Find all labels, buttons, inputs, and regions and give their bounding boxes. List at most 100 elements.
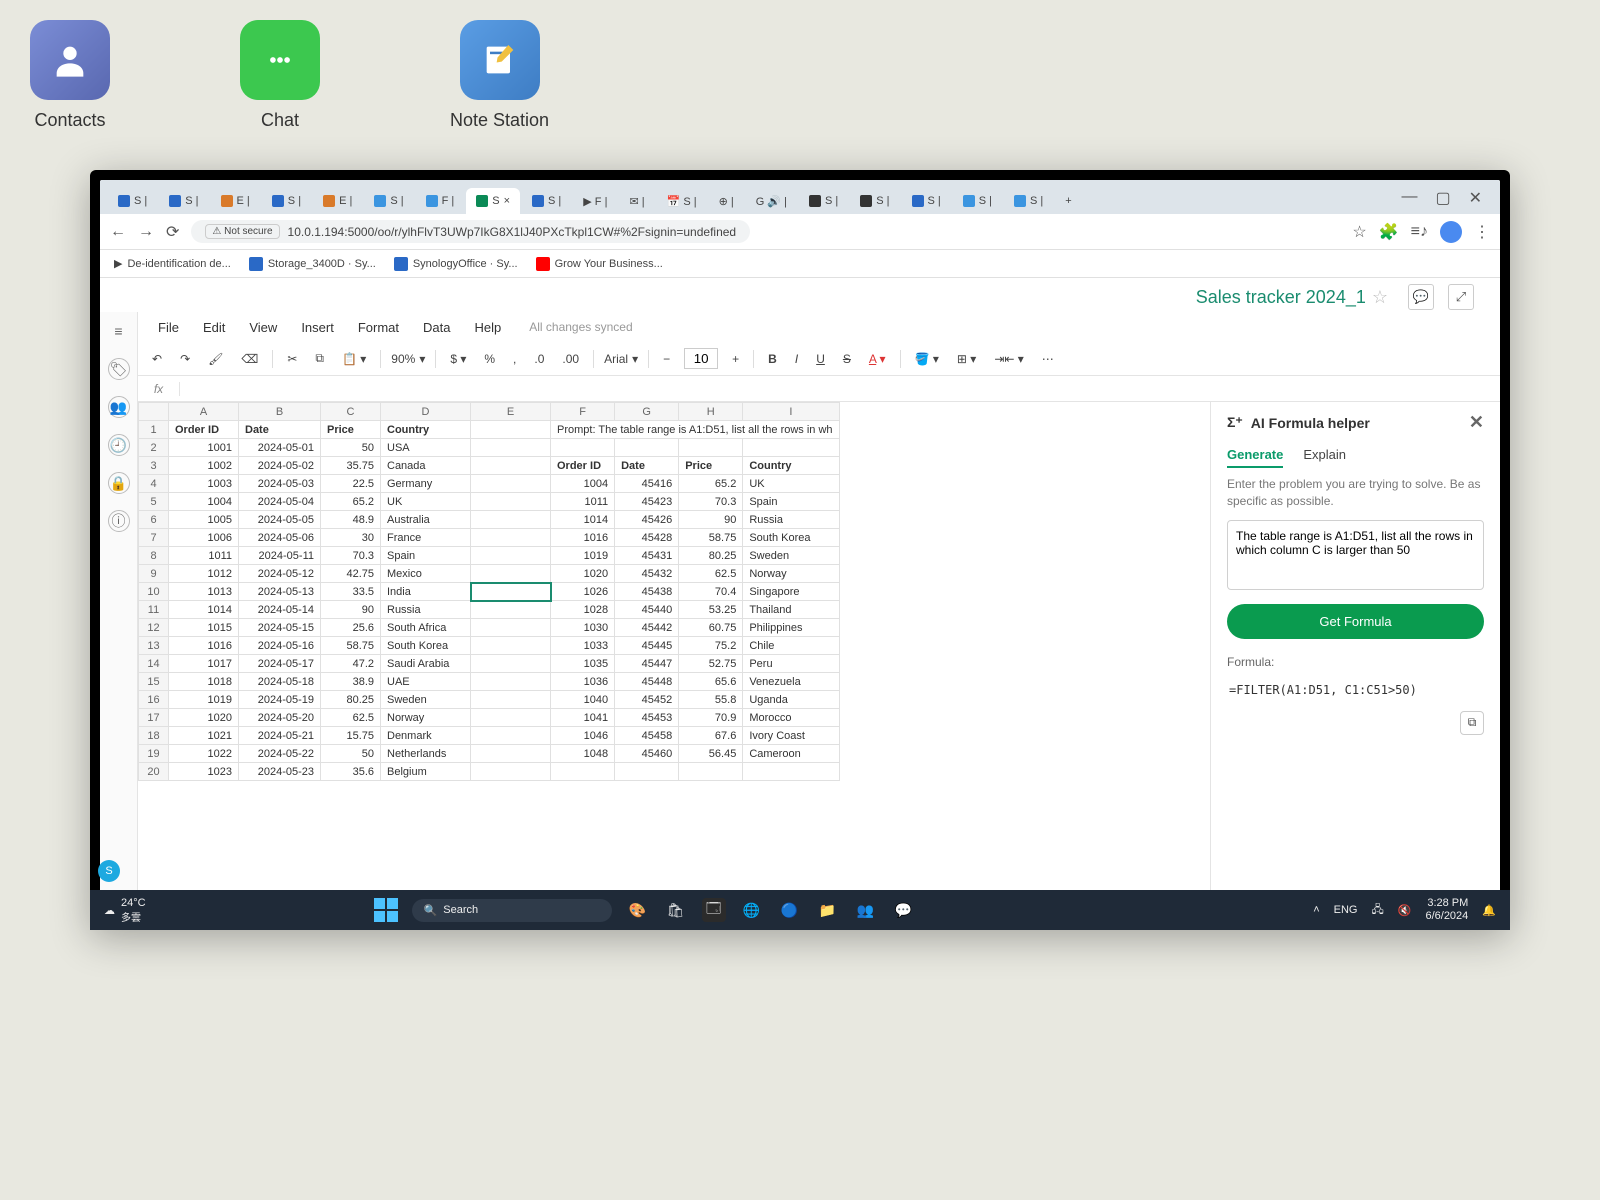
bookmark-item[interactable]: Grow Your Business... [536, 257, 663, 271]
desktop-icon-contacts[interactable]: Contacts [30, 20, 110, 131]
explorer-icon[interactable]: 🗔 [702, 898, 726, 920]
minimize-icon[interactable]: — [1401, 188, 1417, 208]
clock[interactable]: 3:28 PM 6/6/2024 [1425, 897, 1468, 920]
redo-button[interactable]: ↷ [176, 350, 194, 368]
borders-button[interactable]: ⊞ ▾ [953, 350, 980, 368]
browser-tab[interactable]: F | [416, 188, 465, 214]
browser-tab[interactable]: S | [953, 188, 1002, 214]
menu-data[interactable]: Data [413, 316, 460, 339]
bookmark-item[interactable]: ▶ De-identification de... [114, 257, 231, 270]
comma-button[interactable]: , [509, 350, 520, 368]
browser-tab[interactable]: S | [364, 188, 413, 214]
dec-decrease-button[interactable]: .0 [530, 350, 548, 368]
menu-edit[interactable]: Edit [193, 316, 235, 339]
browser-tab[interactable]: ✉ | [619, 188, 654, 214]
history-icon[interactable]: 🕘 [108, 434, 130, 456]
menu-insert[interactable]: Insert [291, 316, 344, 339]
bold-button[interactable]: B [764, 350, 781, 368]
menu-view[interactable]: View [239, 316, 287, 339]
menu-format[interactable]: Format [348, 316, 409, 339]
font-dec-button[interactable]: − [659, 350, 674, 368]
underline-button[interactable]: U [812, 350, 829, 368]
chrome-icon[interactable]: 🔵 [778, 898, 802, 920]
italic-button[interactable]: I [791, 350, 802, 368]
merge-button[interactable]: ⇥⇤ ▾ [990, 350, 1027, 368]
taskbar-app-icon[interactable]: 🛍 [664, 898, 688, 920]
reload-button[interactable]: ⟳ [166, 222, 179, 242]
tab-explain[interactable]: Explain [1303, 447, 1346, 468]
copy-button[interactable]: ⧉ [311, 349, 328, 368]
clear-format-button[interactable]: ⌫ [237, 350, 262, 368]
hamburger-icon[interactable]: ≡ [108, 320, 130, 342]
network-icon[interactable]: 🖧 [1372, 901, 1384, 920]
new-tab[interactable]: + [1055, 188, 1081, 214]
url-field[interactable]: ⚠ Not secure 10.0.1.194:5000/oo/r/ylhFlv… [191, 220, 750, 243]
close-window-icon[interactable]: ✕ [1469, 188, 1482, 208]
cut-button[interactable]: ✂ [283, 350, 301, 368]
lock-icon[interactable]: 🔒 [108, 472, 130, 494]
browser-tab[interactable]: S | [850, 188, 899, 214]
close-panel-icon[interactable]: ✕ [1469, 412, 1484, 433]
menu-help[interactable]: Help [464, 316, 511, 339]
taskbar-app-icon[interactable]: 🎨 [626, 898, 650, 920]
currency-button[interactable]: $ ▾ [446, 350, 470, 368]
desktop-icon-note[interactable]: Note Station [450, 20, 549, 131]
browser-tab[interactable]: S | [159, 188, 208, 214]
browser-tab[interactable]: S | [799, 188, 848, 214]
language-indicator[interactable]: ENG [1334, 904, 1358, 916]
paste-button[interactable]: 📋 ▾ [338, 350, 370, 368]
percent-button[interactable]: % [480, 350, 499, 368]
get-formula-button[interactable]: Get Formula [1227, 604, 1484, 639]
browser-tab[interactable]: 📅 S | [657, 188, 707, 214]
forward-button[interactable]: → [138, 223, 154, 241]
menu-file[interactable]: File [148, 316, 189, 339]
text-color-button[interactable]: A ▾ [865, 350, 890, 368]
bookmark-item[interactable]: Storage_3400D · Sy... [249, 257, 376, 271]
browser-tab[interactable]: S | [108, 188, 157, 214]
font-selector[interactable]: Arial ▾ [604, 352, 638, 366]
more-button[interactable]: ⋯ [1038, 350, 1058, 368]
desktop-icon-chat[interactable]: Chat [240, 20, 320, 131]
browser-tab[interactable]: S | [902, 188, 951, 214]
tag-icon[interactable]: 🏷 [108, 358, 130, 380]
volume-icon[interactable]: 🔇 [1398, 904, 1412, 917]
formula-input[interactable] [180, 382, 1500, 396]
bookmark-item[interactable]: SynologyOffice · Sy... [394, 257, 518, 271]
browser-tab[interactable]: E | [211, 188, 260, 214]
teams-icon[interactable]: 👥 [854, 898, 878, 920]
taskbar-search[interactable]: 🔍 Search [412, 899, 612, 921]
browser-tab[interactable]: ▶ F | [573, 188, 617, 214]
back-button[interactable]: ← [110, 223, 126, 241]
browser-tab[interactable]: G 🔊 | [746, 188, 797, 214]
zoom-selector[interactable]: 90% ▾ [391, 352, 425, 366]
browser-tab[interactable]: S | [522, 188, 571, 214]
start-button[interactable] [374, 898, 398, 920]
kebab-menu-icon[interactable]: ⋮ [1474, 222, 1490, 242]
share-icon[interactable]: 👥 [108, 396, 130, 418]
expand-icon[interactable]: ⤢ [1448, 284, 1474, 310]
extensions-icon[interactable]: 🧩 [1379, 222, 1399, 242]
browser-tab[interactable]: S | [1004, 188, 1053, 214]
info-icon[interactable]: ⓘ [108, 510, 130, 532]
fill-color-button[interactable]: 🪣 ▾ [911, 350, 943, 368]
tab-generate[interactable]: Generate [1227, 447, 1283, 468]
undo-button[interactable]: ↶ [148, 350, 166, 368]
chat-app-icon[interactable]: 💬 [892, 898, 916, 920]
strike-button[interactable]: S [839, 350, 855, 368]
browser-tab-active[interactable]: S × [466, 188, 520, 214]
weather-widget[interactable]: ☁ 24°C多雲 [104, 897, 146, 921]
browser-tab[interactable]: E | [313, 188, 362, 214]
tray-chevron-icon[interactable]: ˄ [1313, 904, 1319, 916]
browser-tab[interactable]: ⊕ | [709, 188, 744, 214]
edge-icon[interactable]: 🌐 [740, 898, 764, 920]
star-icon[interactable]: ☆ [1352, 222, 1366, 242]
copy-formula-icon[interactable]: ⧉ [1460, 711, 1484, 735]
spreadsheet-grid[interactable]: ABCDEFGHI1Order IDDatePriceCountryPrompt… [138, 402, 1210, 892]
paint-format-button[interactable]: 🖌 [204, 350, 227, 368]
file-explorer-icon[interactable]: 📁 [816, 898, 840, 920]
font-size-input[interactable] [684, 348, 718, 369]
font-inc-button[interactable]: + [728, 350, 743, 368]
maximize-icon[interactable]: ▢ [1435, 188, 1450, 208]
browser-tab[interactable]: S | [262, 188, 311, 214]
playlist-icon[interactable]: ≡♪ [1411, 223, 1428, 241]
